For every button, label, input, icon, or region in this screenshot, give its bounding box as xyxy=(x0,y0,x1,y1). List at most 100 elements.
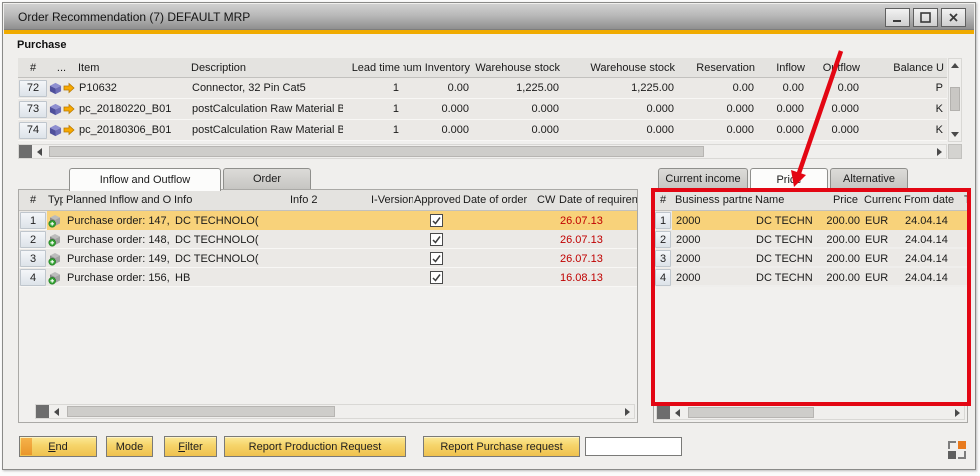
col-num[interactable]: # xyxy=(19,190,47,210)
row-selector[interactable]: 4 xyxy=(20,269,46,286)
table-row[interactable]: 3 2000 DC TECHN 200.00 EUR 24.04.14 xyxy=(654,249,967,268)
row-selector[interactable]: 72 xyxy=(19,80,47,97)
scroll-block[interactable] xyxy=(657,406,670,419)
tab-inflow-and-outflow[interactable]: Inflow and Outflow xyxy=(69,168,221,191)
col-name[interactable]: Name xyxy=(752,190,814,210)
scroll-right-arrow[interactable] xyxy=(933,145,945,158)
table-row[interactable]: 1 2000 DC TECHN 200.00 EUR 24.04.14 xyxy=(654,211,967,230)
scroll-left-arrow[interactable] xyxy=(50,405,62,418)
scroll-left-arrow[interactable] xyxy=(671,406,683,419)
mode-button[interactable]: Mode xyxy=(106,436,153,457)
col-date-of-requirement[interactable]: Date of requiren xyxy=(556,190,637,210)
col-description[interactable]: Description xyxy=(188,58,343,77)
scroll-thumb[interactable] xyxy=(67,406,335,417)
approved-checkbox[interactable] xyxy=(430,271,443,284)
mode-button-label: Mode xyxy=(116,441,144,453)
col-info[interactable]: Info xyxy=(171,190,287,210)
report-production-request-button[interactable]: Report Production Request xyxy=(224,436,406,457)
tab-price[interactable]: Price xyxy=(750,168,828,191)
table-row[interactable]: 3 Purchase order: 149, Pos 1 DC TECHNOLO… xyxy=(19,249,637,268)
row-selector[interactable]: 1 xyxy=(655,212,671,229)
maximize-button[interactable] xyxy=(913,8,938,27)
scroll-thumb[interactable] xyxy=(688,407,814,418)
tab-label: Price xyxy=(776,174,801,186)
table-row[interactable]: 72 P10632 Connector, 32 Pin Cat5 1 0.00 … xyxy=(18,78,947,99)
scroll-right-arrow[interactable] xyxy=(621,405,633,418)
row-selector[interactable]: 2 xyxy=(20,231,46,248)
reservation: 0.00 xyxy=(678,78,758,98)
link-arrow-icon[interactable] xyxy=(63,82,75,94)
scroll-up-arrow[interactable] xyxy=(949,59,961,72)
col-info2[interactable]: Info 2 xyxy=(287,190,368,210)
tab-alternative[interactable]: Alternative xyxy=(830,168,908,189)
col-business-partner[interactable]: Business partner xyxy=(672,190,752,210)
table-row[interactable]: 1 Purchase order: 147, Pos 1 DC TECHNOLO… xyxy=(19,211,637,230)
col-to-date[interactable]: Tc xyxy=(961,190,967,210)
min-inventory: 0.000 xyxy=(403,120,473,140)
col-more[interactable]: ... xyxy=(48,58,75,77)
tab-order[interactable]: Order xyxy=(223,168,311,189)
report-production-label: Report Production Request xyxy=(249,441,382,453)
to-date xyxy=(961,230,969,249)
col-from-date[interactable]: From date xyxy=(901,190,961,210)
title-bar[interactable]: Order Recommendation (7) DEFAULT MRP xyxy=(4,4,974,30)
approved-checkbox[interactable] xyxy=(430,252,443,265)
col-price[interactable]: Price xyxy=(814,190,861,210)
scroll-thumb[interactable] xyxy=(950,87,960,111)
end-button[interactable]: End xyxy=(19,436,97,457)
col-typ[interactable]: Typ xyxy=(47,190,63,210)
col-cw[interactable]: CW xyxy=(536,190,556,210)
row-selector[interactable]: 74 xyxy=(19,122,47,139)
col-date-of-order[interactable]: Date of order xyxy=(460,190,536,210)
col-approved[interactable]: Approved xyxy=(413,190,460,210)
scroll-down-arrow[interactable] xyxy=(949,128,961,141)
table-row[interactable]: 4 2000 DC TECHN 200.00 EUR 24.04.14 xyxy=(654,268,967,287)
scroll-thumb[interactable] xyxy=(49,146,704,157)
approved-checkbox[interactable] xyxy=(430,214,443,227)
row-selector[interactable]: 73 xyxy=(19,101,47,118)
link-arrow-icon[interactable] xyxy=(63,124,75,136)
table-row[interactable]: 2 Purchase order: 148, Pos 1 DC TECHNOLO… xyxy=(19,230,637,249)
scroll-left-arrow[interactable] xyxy=(33,145,45,158)
row-selector[interactable]: 4 xyxy=(655,269,671,286)
col-outflow[interactable]: Outflow xyxy=(808,58,863,77)
scroll-right-arrow[interactable] xyxy=(951,406,963,419)
col-balance[interactable]: Balance U xyxy=(863,58,947,77)
col-num[interactable]: # xyxy=(654,190,672,210)
tab-current-income[interactable]: Current income xyxy=(658,168,748,189)
row-selector[interactable]: 1 xyxy=(20,212,46,229)
expand-grid-icon[interactable] xyxy=(947,440,967,460)
row-selector[interactable]: 2 xyxy=(655,231,671,248)
col-inflow[interactable]: Inflow xyxy=(758,58,808,77)
col-reservation[interactable]: Reservation xyxy=(678,58,758,77)
col-planned[interactable]: Planned Inflow and Outflow xyxy=(63,190,171,210)
row-selector[interactable]: 3 xyxy=(655,250,671,267)
col-num[interactable]: # xyxy=(18,58,48,77)
approved-checkbox[interactable] xyxy=(430,233,443,246)
row-icons xyxy=(48,99,75,119)
minimize-button[interactable] xyxy=(885,8,910,27)
scroll-block[interactable] xyxy=(36,405,49,418)
scroll-block[interactable] xyxy=(19,145,32,158)
col-iversion[interactable]: I-Version xyxy=(368,190,413,210)
row-selector[interactable]: 3 xyxy=(20,250,46,267)
item-code: P10632 xyxy=(75,78,188,98)
table-row[interactable]: 74 pc_20180306_B01 postCalculation Raw M… xyxy=(18,120,947,141)
table-row[interactable]: 4 Purchase order: 156, Pos 1 HB 16.08.13 xyxy=(19,268,637,287)
table-row[interactable]: 73 pc_20180220_B01 postCalculation Raw M… xyxy=(18,99,947,120)
col-warehouse-stock-1[interactable]: Warehouse stock xyxy=(473,58,563,77)
table-row[interactable]: 2 2000 DC TECHN 200.00 EUR 24.04.14 xyxy=(654,230,967,249)
col-min-inventory[interactable]: Minimum Inventory xyxy=(403,58,473,77)
col-item[interactable]: Item xyxy=(75,58,188,77)
info: DC TECHNOLO( xyxy=(171,211,287,230)
footer-text-input[interactable] xyxy=(585,437,682,456)
close-button[interactable] xyxy=(941,8,966,27)
filter-button[interactable]: Filter xyxy=(164,436,217,457)
col-warehouse-stock-2[interactable]: Warehouse stock xyxy=(563,58,678,77)
col-currency[interactable]: Currenc xyxy=(861,190,901,210)
col-lead-time[interactable]: Lead time xyxy=(343,58,403,77)
partner-name: DC TECHN xyxy=(752,268,814,287)
link-arrow-icon[interactable] xyxy=(63,103,75,115)
currency: EUR xyxy=(861,230,901,249)
report-purchase-request-button[interactable]: Report Purchase request xyxy=(423,436,580,457)
